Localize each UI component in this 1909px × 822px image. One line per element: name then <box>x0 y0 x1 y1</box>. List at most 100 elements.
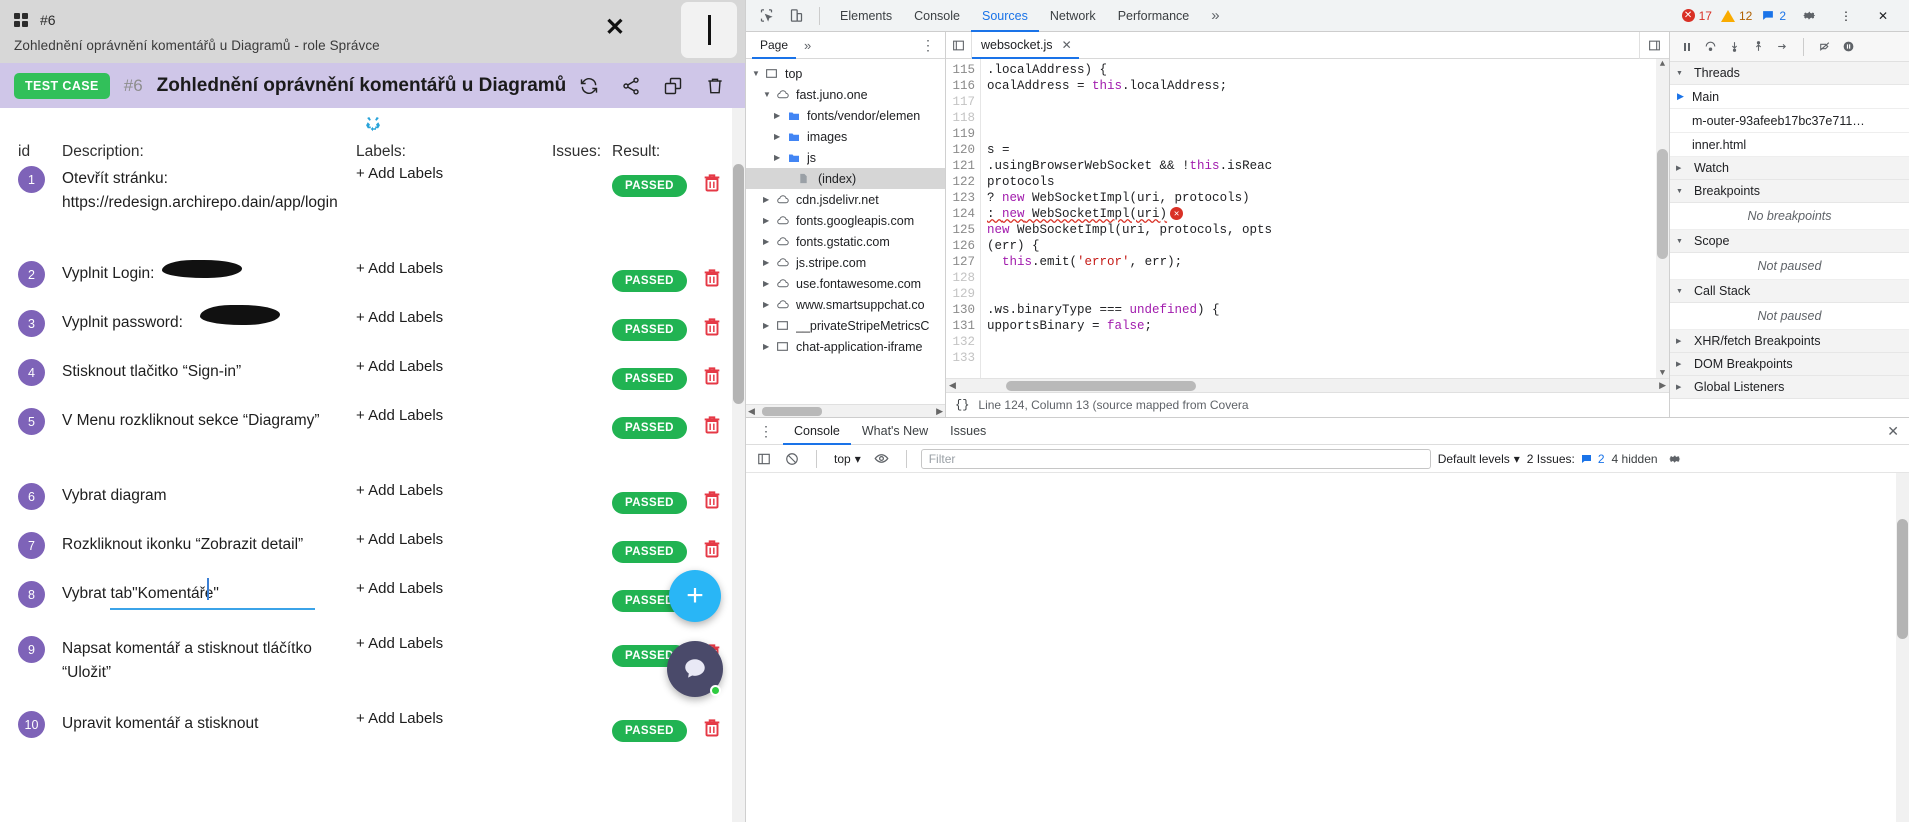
console-scrollbar[interactable] <box>1896 473 1909 822</box>
drawer-tab-issues[interactable]: Issues <box>939 418 997 445</box>
console-filter-input[interactable]: Filter <box>920 448 1431 469</box>
settings-gear-icon[interactable] <box>1795 3 1823 29</box>
step-description[interactable]: Vyplnit password: <box>62 305 356 335</box>
console-sidebar-icon[interactable] <box>753 448 774 469</box>
debugger-section-watch[interactable]: Watch <box>1670 157 1909 180</box>
code-line[interactable]: : new WebSocketImpl(uri) ✕ <box>987 206 1656 222</box>
code-line[interactable]: .ws.binaryType === undefined) { <box>987 302 1656 318</box>
step-icon[interactable] <box>1772 36 1793 58</box>
tree-node-cdn-jsdelivr-net[interactable]: cdn.jsdelivr.net <box>746 189 945 210</box>
add-labels-button[interactable]: + Add Labels <box>356 305 552 326</box>
test-panel-scroll-thumb[interactable] <box>733 164 744 404</box>
tree-node-www-smartsuppchat-co[interactable]: www.smartsuppchat.co <box>746 294 945 315</box>
code-line[interactable]: ? new WebSocketImpl(uri, protocols) <box>987 190 1656 206</box>
add-labels-button[interactable]: + Add Labels <box>356 354 552 375</box>
navigator-menu-icon[interactable]: ⋮ <box>912 37 945 54</box>
navigator-hscrollbar[interactable]: ◀ ▶ <box>746 404 945 417</box>
tab-elements[interactable]: Elements <box>829 0 903 32</box>
code-line[interactable]: ocalAddress = this.localAddress; <box>987 78 1656 94</box>
tree-node-images[interactable]: images <box>746 126 945 147</box>
editor-tab-close-icon[interactable]: ✕ <box>1062 38 1072 52</box>
thread-item-m-outer-93afeeb17bc37e711-[interactable]: m-outer-93afeeb17bc37e711… <box>1670 109 1909 133</box>
step-description[interactable]: Stisknout tlačitko “Sign-in” <box>62 354 356 384</box>
step-description[interactable]: Rozkliknout ikonku “Zobrazit detail” <box>62 527 356 557</box>
tree-node-use-fontawesome-com[interactable]: use.fontawesome.com <box>746 273 945 294</box>
inspect-element-icon[interactable] <box>752 3 780 29</box>
debugger-section-scope[interactable]: Scope <box>1670 230 1909 253</box>
code-line[interactable]: .localAddress) { <box>987 62 1656 78</box>
step-description[interactable]: Vyplnit Login: <box>62 256 356 286</box>
navigator-tab-page[interactable]: Page <box>752 32 796 59</box>
step-description[interactable]: Vybrat tab"Komentáře" <box>62 576 356 610</box>
live-expression-icon[interactable] <box>871 448 892 469</box>
code-line[interactable]: s = <box>987 142 1656 158</box>
copy-icon[interactable] <box>663 76 683 96</box>
step-description[interactable]: Otevřít stránku: https://redesign.archir… <box>62 161 356 214</box>
share-icon[interactable] <box>621 76 641 96</box>
tree-node-fonts-gstatic-com[interactable]: fonts.gstatic.com <box>746 231 945 252</box>
code-line[interactable] <box>987 270 1656 286</box>
step-description[interactable]: Napsat komentář a stisknout tláčítko “Ul… <box>62 631 356 684</box>
thread-item-main[interactable]: ▶ Main <box>1670 85 1909 109</box>
code-hscroll-thumb[interactable] <box>1006 380 1196 391</box>
scroll-right-icon[interactable]: ▶ <box>936 406 943 417</box>
show-debugger-icon[interactable] <box>1639 31 1669 59</box>
devtools-menu-icon[interactable]: ⋮ <box>1832 3 1860 29</box>
tab-performance[interactable]: Performance <box>1107 0 1201 32</box>
code-line[interactable] <box>987 350 1656 366</box>
deactivate-breakpoints-icon[interactable] <box>1814 36 1835 58</box>
debugger-section-call-stack[interactable]: Call Stack <box>1670 280 1909 303</box>
code-vscrollbar[interactable]: ▲ ▼ <box>1656 59 1669 378</box>
step-description[interactable]: Upravit komentář a stisknout <box>62 706 356 736</box>
navigator-more-icon[interactable]: » <box>796 38 819 53</box>
console-messages[interactable] <box>746 473 1909 822</box>
step-description[interactable]: Vybrat diagram <box>62 478 356 508</box>
refresh-icon[interactable] <box>579 76 599 96</box>
show-navigator-icon[interactable] <box>946 31 972 59</box>
code-scroll-down-icon[interactable]: ▼ <box>1660 368 1665 378</box>
source-code[interactable]: .localAddress) {ocalAddress = this.local… <box>980 59 1656 378</box>
step-over-icon[interactable] <box>1700 36 1721 58</box>
navigator-scroll-thumb[interactable] <box>762 406 822 416</box>
clear-console-icon[interactable] <box>781 448 802 469</box>
code-line[interactable] <box>987 94 1656 110</box>
message-count-chip[interactable]: 2 <box>1761 9 1786 23</box>
more-tabs-icon[interactable]: » <box>1202 7 1228 24</box>
tree-node-js[interactable]: js <box>746 147 945 168</box>
code-line[interactable]: this.emit('error', err); <box>987 254 1656 270</box>
debugger-section-global-listeners[interactable]: Global Listeners <box>1670 376 1909 399</box>
delete-icon[interactable] <box>705 76 725 96</box>
add-labels-button[interactable]: + Add Labels <box>356 256 552 277</box>
tree-node--privatestripemetricsc[interactable]: __privateStripeMetricsC <box>746 315 945 336</box>
pause-icon[interactable] <box>1676 36 1697 58</box>
add-step-fab[interactable]: + <box>669 570 721 622</box>
code-view[interactable]: 115 116 117 118 119 120 121 122 123 124 125 126 127 1… <box>946 59 1669 378</box>
add-labels-button[interactable]: + Add Labels <box>356 631 552 652</box>
code-line[interactable] <box>987 126 1656 142</box>
tree-node-fast-juno-one[interactable]: fast.juno.one <box>746 84 945 105</box>
tree-node--index-[interactable]: (index) <box>746 168 945 189</box>
drawer-menu-icon[interactable]: ⋮ <box>750 423 783 440</box>
tree-node-fonts-vendor-elemen[interactable]: fonts/vendor/elemen <box>746 105 945 126</box>
pretty-print-icon[interactable]: {} <box>955 398 969 412</box>
tab-console[interactable]: Console <box>903 0 971 32</box>
code-line[interactable]: upportsBinary = false; <box>987 318 1656 334</box>
debugger-section-xhr-fetch-breakpoints[interactable]: XHR/fetch Breakpoints <box>1670 330 1909 353</box>
code-line[interactable] <box>987 110 1656 126</box>
step-into-icon[interactable] <box>1724 36 1745 58</box>
close-icon[interactable]: ✕ <box>605 16 625 40</box>
add-labels-button[interactable]: + Add Labels <box>356 478 552 499</box>
drawer-tab-what-s-new[interactable]: What's New <box>851 418 939 445</box>
code-scroll-right-icon[interactable]: ▶ <box>1659 380 1666 391</box>
debugger-section-dom-breakpoints[interactable]: DOM Breakpoints <box>1670 353 1909 376</box>
code-line[interactable]: protocols <box>987 174 1656 190</box>
add-labels-button[interactable]: + Add Labels <box>356 403 552 424</box>
drawer-tab-console[interactable]: Console <box>783 418 851 445</box>
device-toolbar-icon[interactable] <box>782 3 810 29</box>
step-description[interactable]: V Menu rozkliknout sekce “Diagramy” <box>62 403 356 433</box>
code-line[interactable] <box>987 286 1656 302</box>
add-labels-button[interactable]: + Add Labels <box>356 527 552 548</box>
editor-tab-websocket-js[interactable]: websocket.js ✕ <box>972 32 1079 59</box>
code-scroll-thumb[interactable] <box>1657 149 1668 259</box>
add-labels-button[interactable]: + Add Labels <box>356 706 552 727</box>
